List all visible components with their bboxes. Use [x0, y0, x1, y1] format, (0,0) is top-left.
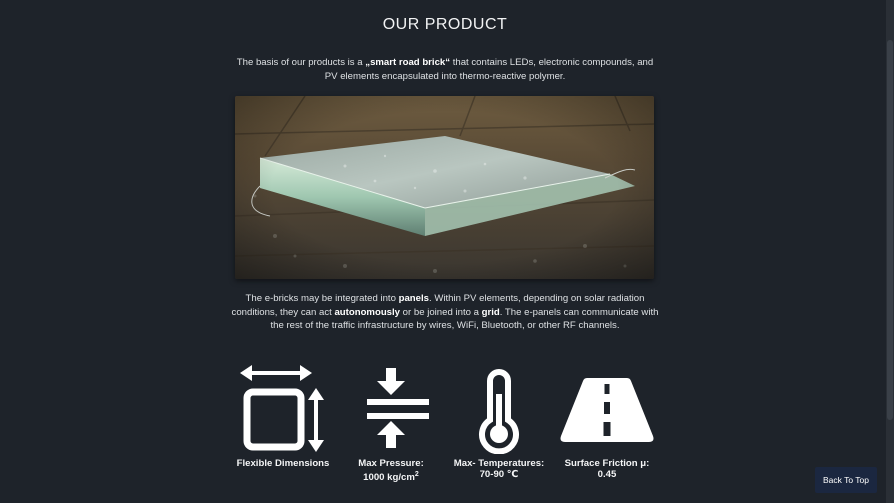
feature-label: Max Pressure:: [358, 458, 424, 469]
pressure-icon: [367, 368, 429, 448]
section-title: OUR PRODUCT: [382, 16, 508, 33]
intro-pre: The basis of our products is a: [236, 57, 366, 68]
product-photo: [235, 96, 654, 279]
page: OUR PRODUCT The basis of our products is…: [0, 0, 894, 503]
feature-label: Max- Temperatures:: [453, 458, 545, 469]
feature-max-temperatures: Max- Temperatures: 70-90 ℃: [444, 362, 554, 480]
feature-surface-friction: Surface Friction μ: 0.45: [552, 362, 662, 480]
scrollbar[interactable]: [886, 0, 894, 503]
description-text: The e-bricks may be integrated into pane…: [228, 292, 662, 333]
feature-value: 1000 kg/cm2: [336, 469, 446, 483]
feature-value: 70-90 ℃: [479, 469, 519, 480]
pressure-value: 1000 kg/cm: [363, 472, 415, 484]
feature-flexible-dimensions: Flexible Dimensions: [228, 362, 338, 469]
dimensions-icon: [240, 365, 324, 452]
scrollbar-thumb[interactable]: [887, 40, 893, 420]
feature-value: 0.45: [597, 469, 617, 480]
thermometer-icon: [479, 368, 519, 454]
desc-bold-panels: panels: [398, 293, 429, 304]
feature-max-pressure: Max Pressure: 1000 kg/cm2: [336, 362, 446, 483]
desc-part1: The e-bricks may be integrated into: [245, 293, 399, 304]
feature-label: Surface Friction μ:: [564, 458, 650, 469]
back-to-top-button[interactable]: Back To Top: [815, 467, 877, 493]
pressure-sup: 2: [414, 471, 419, 478]
desc-part3: or be joined into a: [400, 306, 482, 318]
feature-label: Flexible Dimensions: [236, 458, 330, 469]
desc-bold-grid: grid: [481, 306, 500, 318]
intro-text: The basis of our products is a „smart ro…: [230, 56, 660, 83]
intro-bold: „smart road brick“: [365, 57, 451, 68]
road-icon: [560, 378, 654, 442]
desc-bold-autonomously: autonomously: [334, 306, 401, 318]
